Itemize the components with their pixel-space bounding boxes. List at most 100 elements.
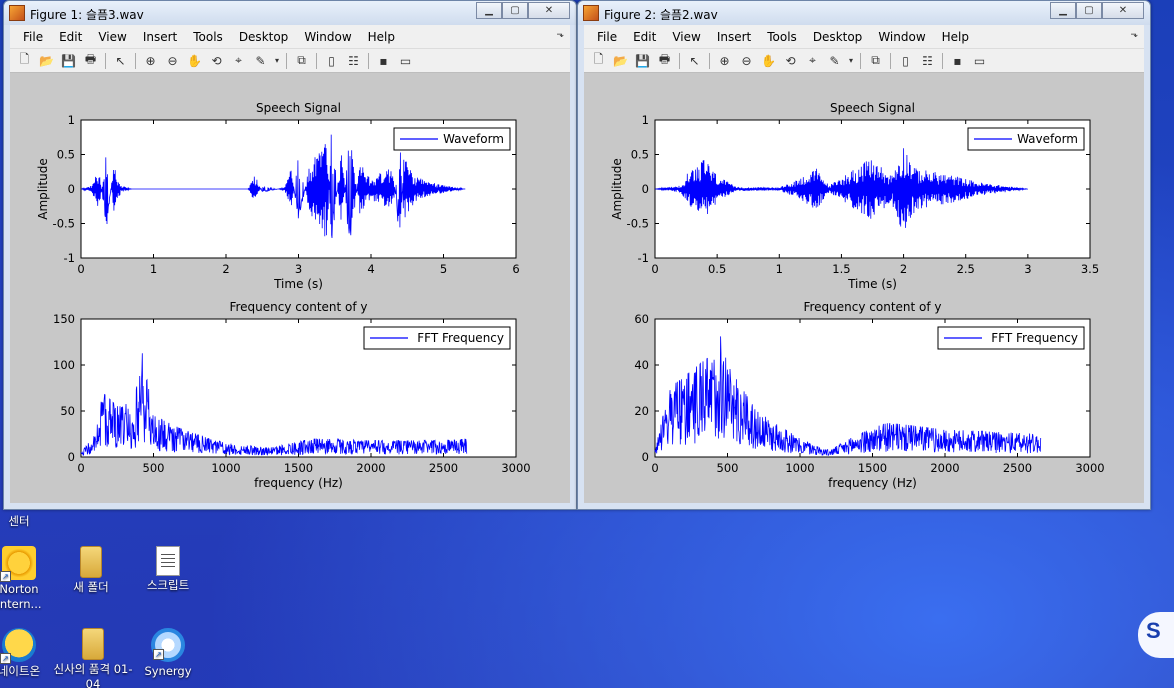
menu-file[interactable]: File bbox=[589, 30, 625, 44]
desktop-icon-gentleman-folder[interactable]: 신사의 품격 01-04 bbox=[52, 628, 134, 688]
pan-icon[interactable]: ✋ bbox=[758, 51, 779, 71]
data-cursor-icon[interactable]: ⌖ bbox=[228, 51, 249, 71]
desktop-icon-label: 신사의 품격 01-04 bbox=[53, 662, 133, 688]
x-tick-label: 2 bbox=[222, 262, 229, 276]
figure-window[interactable]: Figure 2: 슬픔2.wav ▁ ▢ ✕ File Edit View I… bbox=[577, 0, 1151, 510]
x-axis-label: frequency (Hz) bbox=[254, 476, 343, 490]
menu-help[interactable]: Help bbox=[934, 30, 977, 44]
minimize-button[interactable]: ▁ bbox=[476, 2, 502, 19]
y-tick-label: 1 bbox=[642, 113, 649, 127]
matlab-icon bbox=[9, 5, 25, 21]
y-tick-label: 60 bbox=[634, 312, 649, 326]
hide-plot-tools-icon[interactable]: ▪ bbox=[947, 51, 968, 71]
menu-insert[interactable]: Insert bbox=[709, 30, 759, 44]
menu-edit[interactable]: Edit bbox=[625, 30, 664, 44]
axes-title: Speech Signal bbox=[256, 101, 341, 115]
new-figure-icon[interactable]: 🗋 bbox=[14, 51, 35, 71]
figure-window[interactable]: Figure 1: 슬픔3.wav ▁ ▢ ✕ File Edit View I… bbox=[3, 0, 577, 510]
menu-view[interactable]: View bbox=[90, 30, 134, 44]
toolbar-separator bbox=[942, 52, 943, 69]
y-tick-label: 150 bbox=[53, 312, 75, 326]
desktop-icon-synergy[interactable]: ↗ Synergy bbox=[127, 628, 209, 679]
toolbar: 🗋 📂 💾 🖶 ↖ ⊕ ⊖ ✋ ⟲ ⌖ ✎ ▾ ⧉ ▯ ☷ ▪ ▭ bbox=[584, 49, 1144, 73]
rotate-3d-icon[interactable]: ⟲ bbox=[780, 51, 801, 71]
menu-file[interactable]: File bbox=[15, 30, 51, 44]
close-button[interactable]: ✕ bbox=[1102, 2, 1144, 19]
folder-icon bbox=[80, 546, 102, 578]
menu-edit[interactable]: Edit bbox=[51, 30, 90, 44]
show-plot-tools-icon[interactable]: ▭ bbox=[969, 51, 990, 71]
close-button[interactable]: ✕ bbox=[528, 2, 570, 19]
x-tick-label: 1.5 bbox=[832, 262, 850, 276]
y-tick-label: 40 bbox=[634, 358, 649, 372]
colorbar-icon[interactable]: ▯ bbox=[321, 51, 342, 71]
dock-icon[interactable]: ⬎ bbox=[1130, 30, 1138, 40]
maximize-button[interactable]: ▢ bbox=[502, 2, 528, 19]
toolbar-separator bbox=[890, 52, 891, 69]
menu-insert[interactable]: Insert bbox=[135, 30, 185, 44]
print-icon[interactable]: 🖶 bbox=[80, 51, 101, 71]
zoom-in-icon[interactable]: ⊕ bbox=[714, 51, 735, 71]
data-cursor-icon[interactable]: ⌖ bbox=[802, 51, 823, 71]
brush-dropdown-icon[interactable]: ▾ bbox=[272, 51, 282, 71]
x-tick-label: 4 bbox=[367, 262, 374, 276]
desktop-icon-script[interactable]: 스크립트 bbox=[127, 546, 209, 593]
open-file-icon[interactable]: 📂 bbox=[36, 51, 57, 71]
print-icon[interactable]: 🖶 bbox=[654, 51, 675, 71]
open-file-icon[interactable]: 📂 bbox=[610, 51, 631, 71]
rotate-3d-icon[interactable]: ⟲ bbox=[206, 51, 227, 71]
desktop-icon-new-folder[interactable]: 새 폴더 bbox=[50, 546, 132, 595]
axes-title: Frequency content of y bbox=[803, 300, 941, 314]
menu-tools[interactable]: Tools bbox=[185, 30, 231, 44]
matlab-icon bbox=[583, 5, 599, 21]
save-icon[interactable]: 💾 bbox=[632, 51, 653, 71]
figure-canvas: Speech Signal 0 1 2 3 4 5 6 1 0.5 0 -0.5 -1 Time (s) A… bbox=[36, 101, 531, 490]
menu-window[interactable]: Window bbox=[870, 30, 933, 44]
figure-canvas: Speech Signal 0 0.5 1 1.5 2 2.5 3 3.5 1 0.5 0 -0.5 -1… bbox=[610, 101, 1105, 490]
desktop-icon-nateon[interactable]: ↗ 네이트온 bbox=[0, 628, 60, 679]
plot-area: Speech Signal 0 1 2 3 4 5 6 1 0.5 0 -0.5 -1 Time (s) A… bbox=[10, 74, 570, 503]
window-title: Figure 1: 슬픔3.wav bbox=[30, 8, 144, 22]
desktop-icon-center[interactable]: 센터 bbox=[0, 514, 60, 529]
pan-icon[interactable]: ✋ bbox=[184, 51, 205, 71]
brush-dropdown-icon[interactable]: ▾ bbox=[846, 51, 856, 71]
new-figure-icon[interactable]: 🗋 bbox=[588, 51, 609, 71]
dock-icon[interactable]: ⬎ bbox=[556, 30, 564, 40]
menu-view[interactable]: View bbox=[664, 30, 708, 44]
y-tick-label: 50 bbox=[60, 404, 75, 418]
legend-icon[interactable]: ☷ bbox=[917, 51, 938, 71]
link-plot-icon[interactable]: ⧉ bbox=[865, 51, 886, 71]
title-bar[interactable]: Figure 2: 슬픔2.wav ▁ ▢ ✕ bbox=[578, 1, 1150, 25]
legend-label: FFT Frequency bbox=[417, 331, 504, 345]
minimize-button[interactable]: ▁ bbox=[1050, 2, 1076, 19]
menu-desktop[interactable]: Desktop bbox=[805, 30, 871, 44]
toolbar-separator bbox=[368, 52, 369, 69]
y-tick-label: -1 bbox=[638, 251, 649, 265]
toolbar: 🗋 📂 💾 🖶 ↖ ⊕ ⊖ ✋ ⟲ ⌖ ✎ ▾ ⧉ ▯ ☷ ▪ ▭ bbox=[10, 49, 570, 73]
brush-icon[interactable]: ✎ bbox=[824, 51, 845, 71]
link-plot-icon[interactable]: ⧉ bbox=[291, 51, 312, 71]
legend-icon[interactable]: ☷ bbox=[343, 51, 364, 71]
show-plot-tools-icon[interactable]: ▭ bbox=[395, 51, 416, 71]
zoom-out-icon[interactable]: ⊖ bbox=[736, 51, 757, 71]
title-bar[interactable]: Figure 1: 슬픔3.wav ▁ ▢ ✕ bbox=[4, 1, 576, 25]
y-tick-label: 0 bbox=[68, 450, 75, 464]
maximize-button[interactable]: ▢ bbox=[1076, 2, 1102, 19]
edit-plot-icon[interactable]: ↖ bbox=[110, 51, 131, 71]
menu-window[interactable]: Window bbox=[296, 30, 359, 44]
y-tick-label: -1 bbox=[64, 251, 75, 265]
colorbar-icon[interactable]: ▯ bbox=[895, 51, 916, 71]
menu-help[interactable]: Help bbox=[360, 30, 403, 44]
menu-tools[interactable]: Tools bbox=[759, 30, 805, 44]
y-tick-label: 0 bbox=[68, 182, 75, 196]
edit-plot-icon[interactable]: ↖ bbox=[684, 51, 705, 71]
x-tick-label: 2000 bbox=[356, 461, 385, 475]
brush-icon[interactable]: ✎ bbox=[250, 51, 271, 71]
desktop-icon-label: Synergy bbox=[144, 664, 192, 678]
menu-desktop[interactable]: Desktop bbox=[231, 30, 297, 44]
save-icon[interactable]: 💾 bbox=[58, 51, 79, 71]
zoom-out-icon[interactable]: ⊖ bbox=[162, 51, 183, 71]
zoom-in-icon[interactable]: ⊕ bbox=[140, 51, 161, 71]
hide-plot-tools-icon[interactable]: ▪ bbox=[373, 51, 394, 71]
folder-icon bbox=[82, 628, 104, 660]
